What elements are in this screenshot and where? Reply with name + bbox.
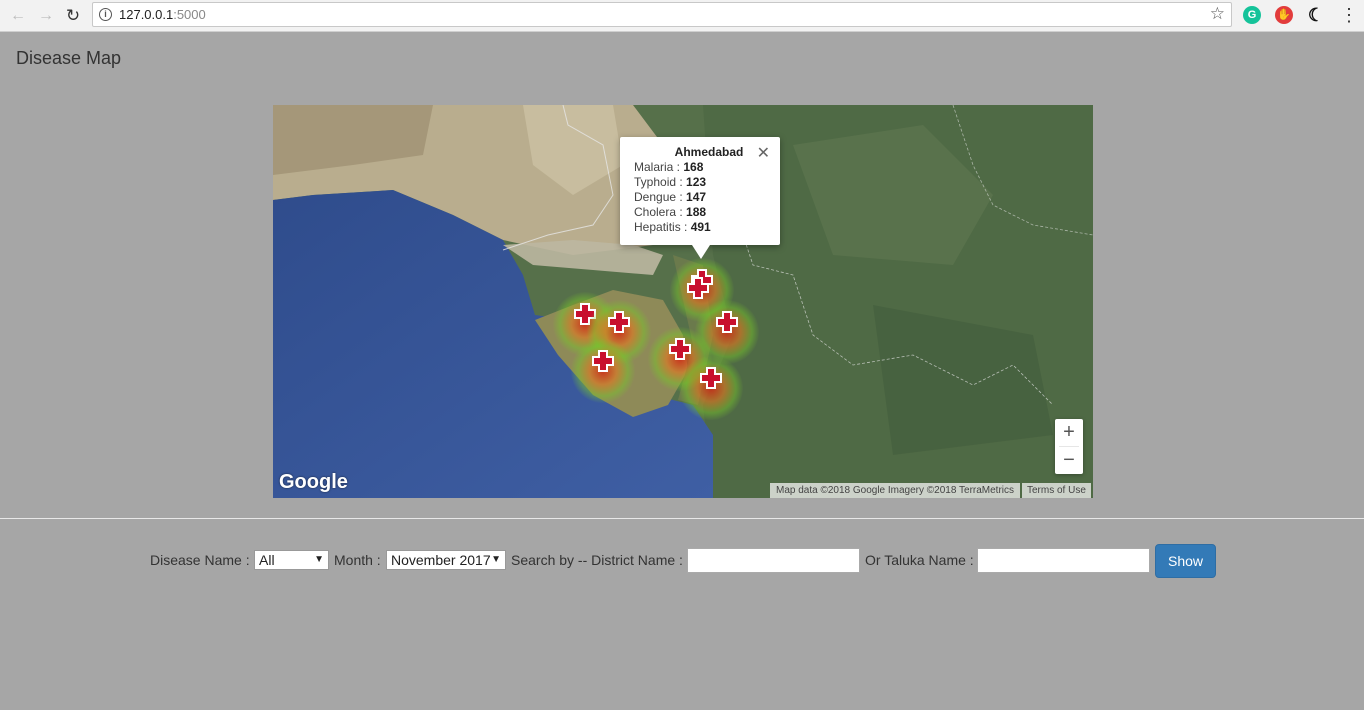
url-text: 127.0.0.1:5000: [119, 7, 206, 22]
bookmark-star-icon[interactable]: ☆: [1210, 4, 1225, 24]
disease-select[interactable]: All ▼: [254, 550, 329, 570]
page-title: Disease Map: [16, 48, 122, 68]
chevron-down-icon: ▼: [314, 554, 324, 565]
district-name-label: Search by -- District Name :: [511, 552, 683, 568]
map-marker[interactable]: [571, 339, 635, 403]
divider: [0, 518, 1364, 519]
map-marker[interactable]: [695, 300, 759, 364]
count-row: Cholera : 188: [634, 205, 707, 219]
forward-icon[interactable]: →: [36, 6, 56, 26]
count-row: Malaria : 168: [634, 160, 704, 174]
count-row: Hepatitis : 491: [634, 220, 711, 234]
map-attribution: Map data ©2018 Google Imagery ©2018 Terr…: [770, 483, 1021, 498]
map-marker[interactable]: [587, 300, 651, 364]
map-marker[interactable]: [686, 276, 710, 300]
district-name-input[interactable]: [687, 548, 860, 573]
taluka-name-label: Or Taluka Name :: [865, 552, 974, 568]
map-marker[interactable]: [679, 356, 743, 420]
google-logo[interactable]: Google: [279, 471, 348, 494]
month-label: Month :: [334, 552, 381, 568]
disease-counts: Malaria : 168 Typhoid : 123 Dengue : 147…: [634, 160, 711, 235]
adblock-icon[interactable]: ✋: [1275, 6, 1293, 24]
terms-of-use-link[interactable]: Terms of Use: [1022, 483, 1091, 498]
map-marker[interactable]: [648, 327, 712, 391]
info-window: ✕ Ahmedabad Malaria : 168 Typhoid : 123 …: [620, 137, 780, 259]
reload-icon[interactable]: ↻: [63, 6, 83, 26]
taluka-name-input[interactable]: [977, 548, 1150, 573]
back-icon[interactable]: ←: [8, 6, 28, 26]
show-button[interactable]: Show: [1155, 544, 1216, 578]
disease-map[interactable]: ✕ Ahmedabad Malaria : 168 Typhoid : 123 …: [273, 105, 1093, 498]
dark-mode-icon[interactable]: ☾: [1307, 6, 1325, 24]
zoom-control: + −: [1055, 419, 1083, 474]
info-window-title: Ahmedabad: [674, 145, 744, 159]
count-row: Dengue : 147: [634, 190, 707, 204]
site-info-icon[interactable]: i: [99, 8, 112, 21]
address-bar[interactable]: i 127.0.0.1:5000 ☆: [92, 2, 1232, 27]
grammarly-icon[interactable]: G: [1243, 6, 1261, 24]
count-row: Typhoid : 123: [634, 175, 707, 189]
chevron-down-icon: ▼: [491, 554, 501, 565]
month-select[interactable]: November 2017 ▼: [386, 550, 506, 570]
disease-name-label: Disease Name :: [150, 552, 250, 568]
browser-menu-icon[interactable]: ⋮: [1340, 5, 1358, 25]
zoom-out-button[interactable]: −: [1055, 447, 1083, 474]
browser-toolbar: ← → ↻ i 127.0.0.1:5000 ☆ G ✋ ☾ ⋮: [0, 0, 1364, 32]
zoom-in-button[interactable]: +: [1055, 419, 1083, 446]
